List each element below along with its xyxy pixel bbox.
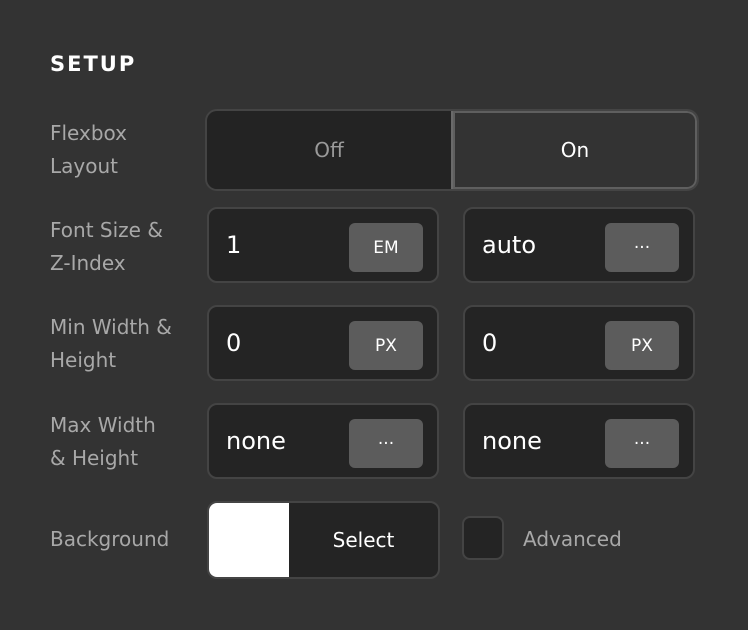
background-color-swatch[interactable] bbox=[209, 503, 289, 577]
font-size-label-line1: Font Size & bbox=[50, 218, 163, 242]
min-size-label: Min Width & Height bbox=[50, 311, 172, 377]
flexbox-label-line1: Flexbox bbox=[50, 121, 128, 145]
z-index-field[interactable]: auto ··· bbox=[463, 207, 695, 283]
min-width-unit-button[interactable]: PX bbox=[349, 321, 423, 370]
background-label: Background bbox=[50, 527, 170, 551]
max-size-label-line2: & Height bbox=[50, 446, 139, 470]
z-index-value[interactable]: auto bbox=[482, 209, 536, 281]
z-index-more-button[interactable]: ··· bbox=[605, 223, 679, 272]
max-height-field[interactable]: none ··· bbox=[463, 403, 695, 479]
max-width-value[interactable]: none bbox=[226, 405, 286, 477]
font-size-label-line2: Z-Index bbox=[50, 251, 126, 275]
min-height-field[interactable]: 0 PX bbox=[463, 305, 695, 381]
section-title: SETUP bbox=[50, 52, 137, 76]
min-height-unit-button[interactable]: PX bbox=[605, 321, 679, 370]
min-size-label-line2: Height bbox=[50, 348, 117, 372]
font-size-field[interactable]: 1 EM bbox=[207, 207, 439, 283]
flexbox-label-line2: Layout bbox=[50, 154, 118, 178]
font-size-z-index-label: Font Size & Z-Index bbox=[50, 214, 163, 280]
advanced-checkbox[interactable] bbox=[462, 516, 504, 560]
font-size-value[interactable]: 1 bbox=[226, 209, 241, 281]
max-size-label-line1: Max Width bbox=[50, 413, 156, 437]
max-height-more-button[interactable]: ··· bbox=[605, 419, 679, 468]
font-size-unit-button[interactable]: EM bbox=[349, 223, 423, 272]
flexbox-toggle[interactable]: Off On bbox=[207, 111, 697, 189]
background-select-button[interactable]: Select bbox=[289, 503, 438, 577]
max-width-more-button[interactable]: ··· bbox=[349, 419, 423, 468]
flexbox-off-option[interactable]: Off bbox=[207, 111, 451, 189]
advanced-label[interactable]: Advanced bbox=[523, 523, 622, 556]
max-size-label: Max Width & Height bbox=[50, 409, 156, 475]
min-size-label-line1: Min Width & bbox=[50, 315, 172, 339]
min-width-field[interactable]: 0 PX bbox=[207, 305, 439, 381]
min-width-value[interactable]: 0 bbox=[226, 307, 241, 379]
max-width-field[interactable]: none ··· bbox=[207, 403, 439, 479]
flexbox-label: Flexbox Layout bbox=[50, 117, 127, 183]
max-height-value[interactable]: none bbox=[482, 405, 542, 477]
flexbox-on-option[interactable]: On bbox=[451, 111, 697, 189]
background-picker[interactable]: Select bbox=[207, 501, 440, 579]
min-height-value[interactable]: 0 bbox=[482, 307, 497, 379]
